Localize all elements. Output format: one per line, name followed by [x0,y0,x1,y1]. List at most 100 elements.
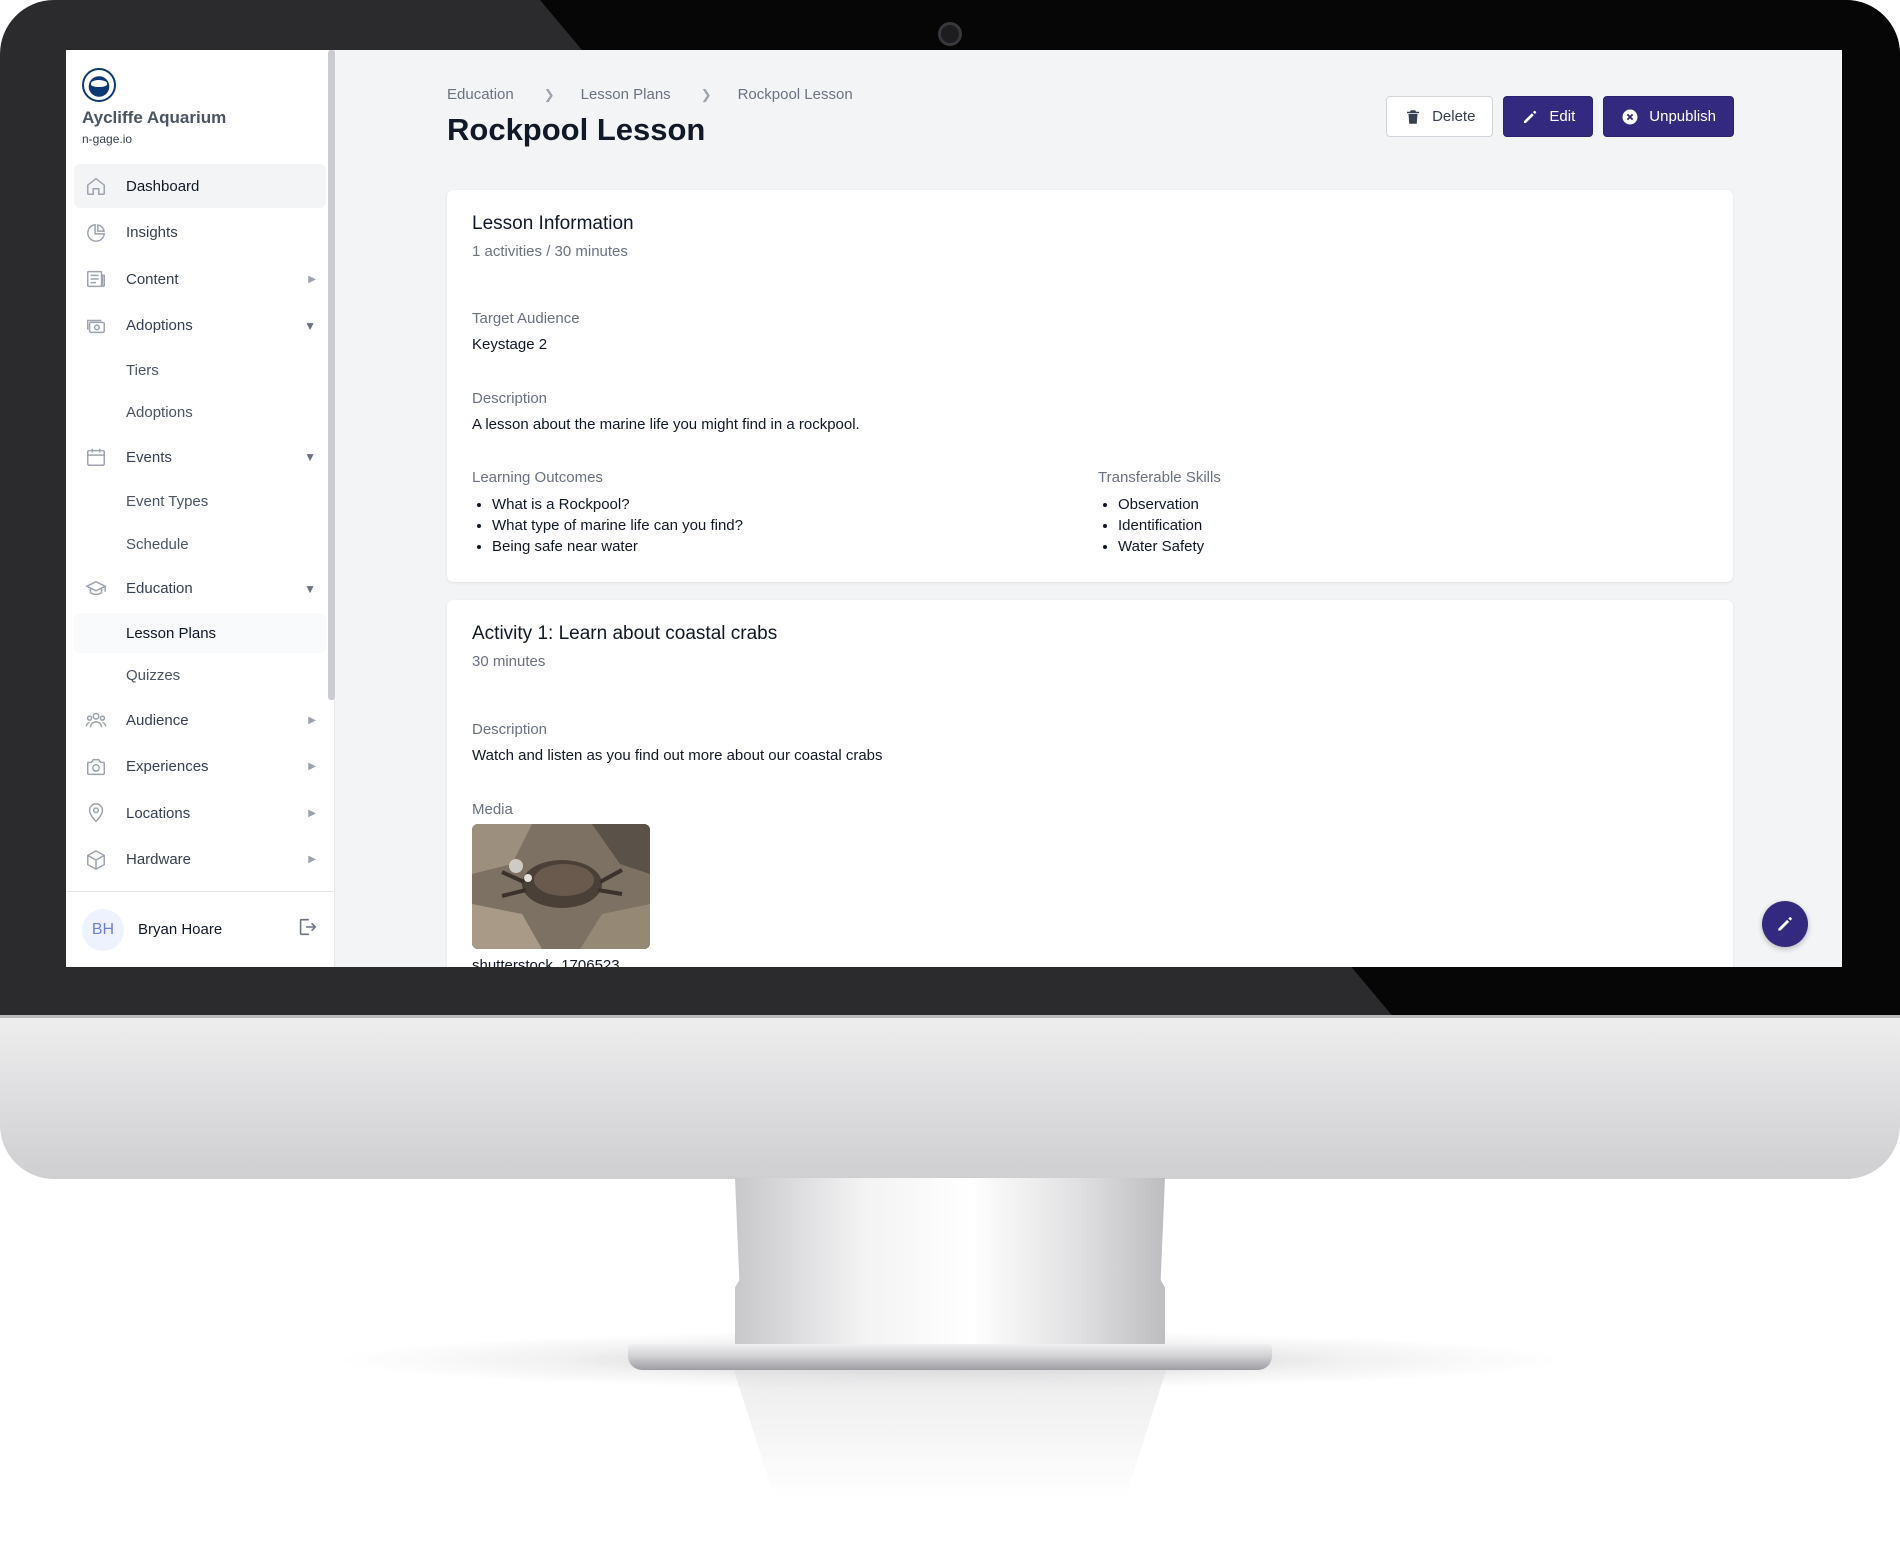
sidebar-item-label: Events [126,448,172,466]
chevron-right-icon: ❯ [700,86,712,102]
activity-description-value: Watch and listen as you find out more ab… [472,747,883,764]
pencil-icon [1778,917,1792,931]
sidebar-item-adoptions[interactable]: Adoptions ▼ [74,304,326,348]
sidebar-item-content[interactable]: Content ▶ [74,257,326,301]
chevron-right-icon: ▶ [308,273,316,285]
list-item: What type of marine life can you find? [492,515,743,536]
chevron-down-icon: ▼ [304,318,316,333]
field-label: Target Audience [472,310,580,327]
chevron-right-icon: ▶ [308,807,316,819]
user-name: Bryan Hoare [138,921,223,938]
chevron-right-icon: ▶ [308,714,316,726]
sidebar-item-label: Locations [126,804,191,822]
breadcrumb-education[interactable]: Education [447,86,514,103]
field-label: Media [472,801,513,818]
transferable-skills-list: Observation Identification Water Safety [1098,494,1221,557]
sidebar-item-label: Education [126,580,193,597]
field-label: Learning Outcomes [472,469,603,486]
monitor-chin [0,1015,1900,1179]
breadcrumb-current[interactable]: Rockpool Lesson [738,86,853,103]
unpublish-button[interactable]: Unpublish [1603,96,1734,137]
pencil-icon [1524,110,1537,123]
card-title: Activity 1: Learn about coastal crabs [472,623,778,644]
user-profile[interactable]: BH Bryan Hoare [66,891,334,967]
sidebar-item-label: Dashboard [126,177,200,195]
sidebar-scrollbar[interactable] [328,50,335,700]
page-title: Rockpool Lesson [447,112,706,147]
learning-outcomes-field: Learning Outcomes What is a Rockpool? Wh… [472,469,743,557]
main-content: Education ❯ Lesson Plans ❯ Rockpool Less… [335,50,1842,967]
sidebar-subitem-lesson-plans[interactable]: Lesson Plans [74,613,326,653]
sidebar-subitem-quizzes[interactable]: Quizzes [74,656,326,696]
chevron-down-icon: ▼ [304,450,316,464]
sidebar-subitem-adoptions[interactable]: Adoptions [74,393,326,433]
stand-reflection [733,1370,1167,1500]
sidebar-nav: Dashboard Insights Content ▶ Adoptions ▼… [66,158,334,891]
location-marker-icon [84,801,108,825]
sidebar-item-audience[interactable]: Audience ▶ [74,698,326,742]
sidebar-item-insights[interactable]: Insights [74,211,326,255]
breadcrumb: Education ❯ Lesson Plans ❯ Rockpool Less… [447,86,853,103]
delete-button[interactable]: Delete [1386,96,1494,137]
edit-button-label: Edit [1549,108,1576,125]
cube-icon [84,848,108,872]
newspaper-icon [84,267,108,291]
list-item: Water Safety [1118,536,1221,557]
field-label: Transferable Skills [1098,469,1221,486]
breadcrumb-lesson-plans[interactable]: Lesson Plans [581,86,671,103]
sidebar-item-label: Insights [126,224,178,241]
unpublish-button-label: Unpublish [1649,108,1716,125]
sidebar-item-label: Content [126,270,179,288]
card-title: Lesson Information [472,213,634,234]
sidebar-item-locations[interactable]: Locations ▶ [74,791,326,835]
chevron-down-icon: ▼ [304,581,316,596]
chevron-right-icon: ▶ [308,854,316,865]
sidebar-subitem-tiers[interactable]: Tiers [74,350,326,390]
list-item: Identification [1118,515,1221,536]
app-screen: Aycliffe Aquarium n-gage.io Dashboard In… [66,50,1842,967]
calendar-icon [84,445,108,469]
crab-photo-icon [472,824,650,949]
sidebar-subitem-schedule[interactable]: Schedule [74,524,326,564]
media-caption: shutterstock_1706523 [472,957,620,967]
field-label: Description [472,721,548,738]
sidebar-item-dashboard[interactable]: Dashboard [74,164,326,208]
sidebar-item-education[interactable]: Education ▼ [74,567,326,611]
sidebar-item-label: Audience [126,711,189,729]
sidebar-subitem-event-types[interactable]: Event Types [74,482,326,522]
monitor-stand [735,1178,1165,1348]
list-item: Observation [1118,494,1221,515]
target-audience-value: Keystage 2 [472,336,548,353]
field-label: Description [472,390,548,407]
activity-card: Activity 1: Learn about coastal crabs 30… [447,600,1733,967]
chart-pie-icon [84,221,108,245]
edit-button[interactable]: Edit [1503,96,1594,137]
floating-edit-button[interactable] [1762,901,1808,947]
brand-name: Aycliffe Aquarium [82,108,227,127]
transferable-skills-field: Transferable Skills Observation Identifi… [1098,469,1221,557]
sidebar-item-hardware[interactable]: Hardware ▶ [74,838,326,882]
camera-icon [938,22,962,46]
media-thumbnail[interactable] [472,824,650,949]
page-actions: Delete Edit Unpublish [1386,96,1734,137]
brand[interactable]: Aycliffe Aquarium n-gage.io [66,50,334,158]
learning-outcomes-list: What is a Rockpool? What type of marine … [472,494,743,557]
activity-duration: 30 minutes [472,653,546,670]
description-field: Description A lesson about the marine li… [472,390,860,433]
sidebar: Aycliffe Aquarium n-gage.io Dashboard In… [66,50,335,967]
delete-button-label: Delete [1432,108,1476,125]
sidebar-item-events[interactable]: Events ▼ [74,435,326,479]
user-group-icon [84,708,108,732]
trash-icon [1407,109,1420,124]
academic-cap-icon [84,577,108,601]
aquarium-logo-icon [82,68,116,102]
lesson-summary: 1 activities / 30 minutes [472,243,628,260]
sidebar-item-label: Adoptions [126,317,193,334]
logout-icon[interactable] [296,916,318,943]
sidebar-item-label: Hardware [126,851,192,868]
description-value: A lesson about the marine life you might… [472,416,860,433]
sidebar-item-experiences[interactable]: Experiences ▶ [74,745,326,789]
activity-description-field: Description Watch and listen as you find… [472,721,883,764]
avatar[interactable]: BH [82,908,124,951]
sidebar-item-label: Experiences [126,758,209,775]
